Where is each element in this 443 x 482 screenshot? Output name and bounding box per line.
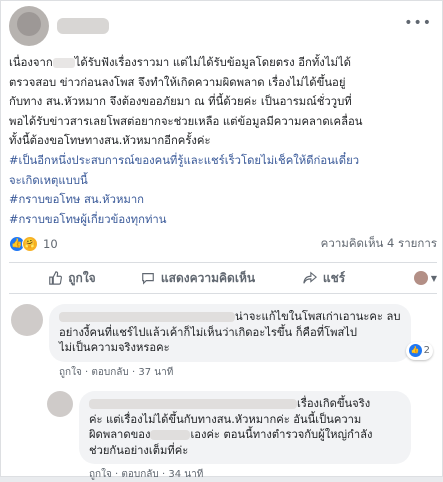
comment-line: เรื่องเกิดขึ้นจริง: [89, 396, 401, 412]
comment-icon: [142, 273, 154, 285]
care-reaction-icon[interactable]: 🤗: [22, 236, 38, 252]
comment-line: ค่ะ แต่เรื่องไม่ได้ขึ้นกับทางสน.หัวหมากค…: [89, 412, 362, 426]
post-line: ทั้งนี้ต้องขอโทษทางสน.หัวหมากอีกครั้งค่ะ: [9, 134, 211, 148]
post-actions-bar: ถูกใจ แสดงความคิดเห็น แชร์ ▼: [9, 262, 437, 294]
comment-meta: ถูกใจ · ตอบกลับ · 37 นาที: [59, 366, 174, 378]
author-avatar[interactable]: [9, 6, 49, 46]
comment-button[interactable]: แสดงความคิดเห็น: [135, 269, 261, 288]
share-icon: [303, 271, 317, 284]
more-options-icon[interactable]: •••: [404, 15, 432, 31]
redacted-commenter-name[interactable]: [89, 399, 297, 409]
like-reaction-icon: 👍: [408, 344, 422, 358]
comment-reaction-badge[interactable]: 👍 2: [405, 342, 433, 360]
comment-line: น่าจะแก้ไขในโพสเก่าเอานะคะ ลบ: [59, 309, 401, 325]
redacted-commenter-name[interactable]: [59, 312, 235, 322]
reaction-count[interactable]: 10: [43, 237, 58, 251]
share-button-label: แชร์: [322, 270, 346, 285]
commenter-avatar[interactable]: [11, 304, 43, 336]
post-header: [9, 6, 109, 46]
comment-bubble: น่าจะแก้ไขในโพสเก่าเอานะคะ ลบ อย่างงี้คน…: [49, 304, 433, 362]
like-button[interactable]: ถูกใจ: [9, 269, 135, 288]
comment-timestamp[interactable]: 37 นาที: [138, 367, 173, 378]
comments-count-link[interactable]: ความคิดเห็น 4 รายการ: [321, 235, 437, 253]
redacted-name: [52, 58, 75, 68]
author-name-redacted[interactable]: [57, 18, 109, 34]
hashtag-link[interactable]: #เป็นอีกหนึ่งประสบการณ์ของคนที่รู้และแชร…: [9, 151, 437, 171]
commenter-avatar[interactable]: [47, 391, 73, 417]
comment-like-link[interactable]: ถูกใจ: [59, 367, 82, 378]
hashtag-link[interactable]: #กราบขอโทษ สน.หัวหมาก: [9, 190, 437, 210]
post-line: พอได้รับข่าวสารเลยโพสต่อยากจะช่วยเหลือ แ…: [9, 114, 363, 128]
comment-reply-link[interactable]: ตอบกลับ: [91, 367, 128, 378]
thumbs-up-icon: [49, 271, 63, 285]
comment-line: อย่างงี้คนที่แชร์ไปแล้วเค้าก็ไม่เห็นว่าเ…: [59, 325, 358, 339]
hashtag-link-continued[interactable]: จะเกิดเหตุแบบนี้: [9, 171, 437, 191]
post-line: กับทาง สน.หัวหมาก จึงต้องขออภัยมา ณ ที่น…: [9, 95, 352, 109]
redacted-name: [150, 430, 191, 440]
facebook-post: ••• เนื่องจาก ได้รับฟังเรื่องราวมา แต่ไม่…: [0, 0, 443, 480]
share-button[interactable]: แชร์: [261, 269, 387, 288]
post-line: เนื่องจาก ได้รับฟังเรื่องราวมา แต่ไม่ได้ร…: [9, 56, 351, 69]
post-line: ตรวจสอบ ข่าวก่อนลงโพส จึงทำให้เกิดความผิ…: [9, 75, 346, 89]
comment: น่าจะแก้ไขในโพสเก่าเอานะคะ ลบ อย่างงี้คน…: [11, 304, 433, 380]
comment-reply: เรื่องเกิดขึ้นจริง ค่ะ แต่เรื่องไม่ได้ขึ…: [47, 391, 411, 482]
comment-line: ช่วยกันอย่างเต็มที่ค่ะ: [89, 443, 189, 457]
comment-reaction-count: 2: [423, 345, 430, 356]
comment-bubble: เรื่องเกิดขึ้นจริง ค่ะ แต่เรื่องไม่ได้ขึ…: [79, 391, 411, 464]
post-body: เนื่องจาก ได้รับฟังเรื่องราวมา แต่ไม่ได้ร…: [9, 53, 437, 229]
chevron-down-icon: ▼: [430, 273, 437, 283]
share-as-selector[interactable]: ▼: [387, 271, 437, 285]
avatar: [413, 271, 428, 285]
comment-button-label: แสดงความคิดเห็น: [160, 270, 256, 285]
comment-meta: ถูกใจ · ตอบกลับ · 34 นาที: [89, 469, 204, 480]
like-button-label: ถูกใจ: [68, 270, 96, 285]
comment-reply-link[interactable]: ตอบกลับ: [121, 469, 158, 480]
comment-timestamp[interactable]: 34 นาที: [168, 469, 203, 480]
comment-line: ผิดพลาดของ เองค่ะ ตอนนี้ทางตำรวจกับผู้ใหญ…: [89, 428, 373, 441]
comment-line: ไม่เป็นความจริงหรอคะ: [59, 341, 170, 354]
hashtag-link[interactable]: #กราบขอโทษผู้เกี่ยวข้องทุกท่าน: [9, 210, 437, 230]
comment-like-link[interactable]: ถูกใจ: [89, 469, 112, 480]
reactions-bar: 👍 🤗 10 ความคิดเห็น 4 รายการ: [9, 234, 437, 254]
